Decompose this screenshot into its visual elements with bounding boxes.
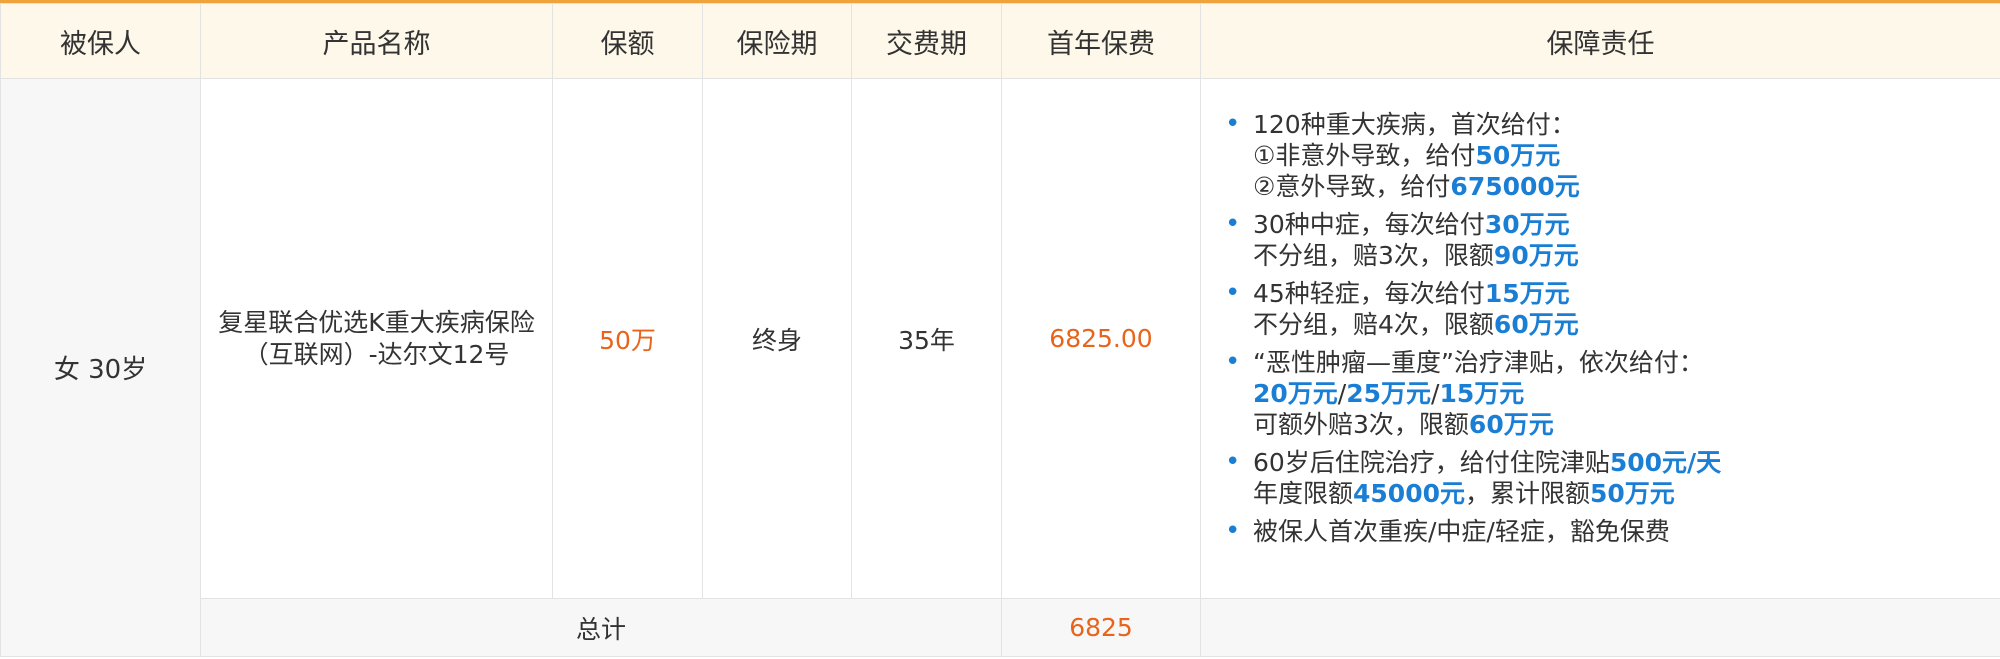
header-period: 保险期 — [702, 3, 852, 79]
header-insured: 被保人 — [0, 3, 201, 79]
duty-text: 120种重大疾病，首次给付： — [1253, 110, 1576, 139]
duties-list: • 120种重大疾病，首次给付： ①非意外导致，给付50万元 ②意外导致，给付6750… — [1221, 109, 1980, 547]
product-name-line1: 复星联合优选K重大疾病保险 — [218, 307, 535, 337]
insured-cell: 女 30岁 — [0, 78, 201, 657]
duty-highlight-value: 15万元 — [1484, 279, 1570, 308]
header-amount: 保额 — [552, 3, 703, 79]
duty-highlight-value: 45000元 — [1353, 479, 1465, 508]
header-premium: 首年保费 — [1001, 3, 1201, 79]
duty-item: • 30种中症，每次给付30万元 不分组，赔3次，限额90万元 — [1221, 209, 1980, 271]
duty-line: 不分组，赔4次，限额60万元 — [1253, 309, 1980, 340]
table-row: 女 30岁 复星联合优选K重大疾病保险 （互联网）-达尔文12号 50万 终身 … — [0, 78, 2000, 657]
bullet-icon: • — [1225, 516, 1241, 546]
duty-line: ②意外导致，给付675000元 — [1253, 171, 1980, 202]
insurance-plan-table-container: 被保人 产品名称 保额 保险期 交费期 首年保费 保障责任 女 30岁 复星联合… — [0, 0, 2000, 659]
bullet-icon: • — [1225, 209, 1241, 239]
duty-text: 可额外赔3次，限额 — [1253, 410, 1469, 439]
duty-item: • 45种轻症，每次给付15万元 不分组，赔4次，限额60万元 — [1221, 278, 1980, 340]
duty-text: / — [1337, 379, 1347, 408]
duty-highlight-value: 50万元 — [1590, 479, 1675, 508]
duty-highlight-value: 20万元 — [1253, 379, 1338, 408]
bullet-icon: • — [1225, 109, 1241, 139]
total-row: 总计 6825 — [1, 598, 2000, 657]
header-pay-period: 交费期 — [851, 3, 1002, 79]
duty-highlight-value: 30万元 — [1484, 210, 1570, 239]
duty-highlight-value: 15万元 — [1439, 379, 1525, 408]
duty-highlight-value: 90万元 — [1493, 241, 1579, 270]
duty-item: • 60岁后住院治疗，给付住院津贴500元/天 年度限额45000元，累计限额50万… — [1221, 447, 1980, 509]
duty-text: ②意外导致，给付 — [1253, 172, 1451, 201]
duty-line: 被保人首次重疾/中症/轻症，豁免保费 — [1253, 516, 1980, 547]
pay-period-cell: 35年 — [851, 78, 1002, 599]
insurance-plan-table: 被保人 产品名称 保额 保险期 交费期 首年保费 保障责任 女 30岁 复星联合… — [0, 3, 2000, 657]
amount-cell: 50万 — [552, 78, 703, 599]
duty-text: 30种中症，每次给付 — [1253, 210, 1485, 239]
duty-item: • 被保人首次重疾/中症/轻症，豁免保费 — [1221, 516, 1980, 547]
duty-highlight-value: 675000元 — [1450, 172, 1580, 201]
duty-line: “恶性肿瘤—重度”治疗津贴，依次给付： — [1253, 347, 1980, 378]
table-header-row: 被保人 产品名称 保额 保险期 交费期 首年保费 保障责任 — [0, 3, 2000, 79]
duty-line: 20万元/25万元/15万元 — [1253, 378, 1980, 409]
bullet-icon: • — [1225, 447, 1241, 477]
duty-text: 被保人首次重疾/中症/轻症，豁免保费 — [1253, 517, 1670, 546]
product-name-line2: （互联网）-达尔文12号 — [243, 339, 510, 369]
duty-item: • 120种重大疾病，首次给付： ①非意外导致，给付50万元 ②意外导致，给付6750… — [1221, 109, 1980, 202]
duty-text: 不分组，赔4次，限额 — [1253, 310, 1494, 339]
premium-cell: 6825.00 — [1001, 78, 1201, 599]
duty-text: 60岁后住院治疗，给付住院津贴 — [1253, 448, 1610, 477]
duty-text: ①非意外导致，给付 — [1253, 141, 1476, 170]
duty-text: 45种轻症，每次给付 — [1253, 279, 1485, 308]
product-name-cell: 复星联合优选K重大疾病保险 （互联网）-达尔文12号 — [200, 78, 553, 599]
duty-line: 年度限额45000元，累计限额50万元 — [1253, 478, 1980, 509]
duty-line: 30种中症，每次给付30万元 — [1253, 209, 1980, 240]
bullet-icon: • — [1225, 278, 1241, 308]
duty-text: 年度限额 — [1253, 479, 1354, 508]
bullet-icon: • — [1225, 347, 1241, 377]
duty-line: 45种轻症，每次给付15万元 — [1253, 278, 1980, 309]
header-product: 产品名称 — [200, 3, 553, 79]
duty-line: 可额外赔3次，限额60万元 — [1253, 409, 1980, 440]
duty-line: 60岁后住院治疗，给付住院津贴500元/天 — [1253, 447, 1980, 478]
duty-line: 不分组，赔3次，限额90万元 — [1253, 240, 1980, 271]
duty-highlight-value: 50万元 — [1475, 141, 1561, 170]
duty-highlight-value: 60万元 — [1468, 410, 1554, 439]
duty-highlight-value: 500元/天 — [1609, 448, 1722, 477]
duty-highlight-value: 25万元 — [1346, 379, 1432, 408]
duty-line: ①非意外导致，给付50万元 — [1253, 140, 1980, 171]
duties-cell: • 120种重大疾病，首次给付： ①非意外导致，给付50万元 ②意外导致，给付6750… — [1200, 78, 2000, 599]
duty-text: ，累计限额 — [1465, 479, 1591, 508]
duty-highlight-value: 60万元 — [1493, 310, 1579, 339]
header-duties: 保障责任 — [1200, 3, 2000, 79]
duty-text: “恶性肿瘤—重度”治疗津贴，依次给付： — [1253, 348, 1704, 377]
total-premium: 6825 — [1001, 598, 1201, 657]
duty-text: 不分组，赔3次，限额 — [1253, 241, 1494, 270]
period-cell: 终身 — [702, 78, 852, 599]
total-empty-cell — [1200, 598, 2000, 657]
duty-line: 120种重大疾病，首次给付： — [1253, 109, 1980, 140]
total-label: 总计 — [200, 598, 1002, 657]
duty-item: • “恶性肿瘤—重度”治疗津贴，依次给付： 20万元/25万元/15万元 可额外赔3次… — [1221, 347, 1980, 440]
